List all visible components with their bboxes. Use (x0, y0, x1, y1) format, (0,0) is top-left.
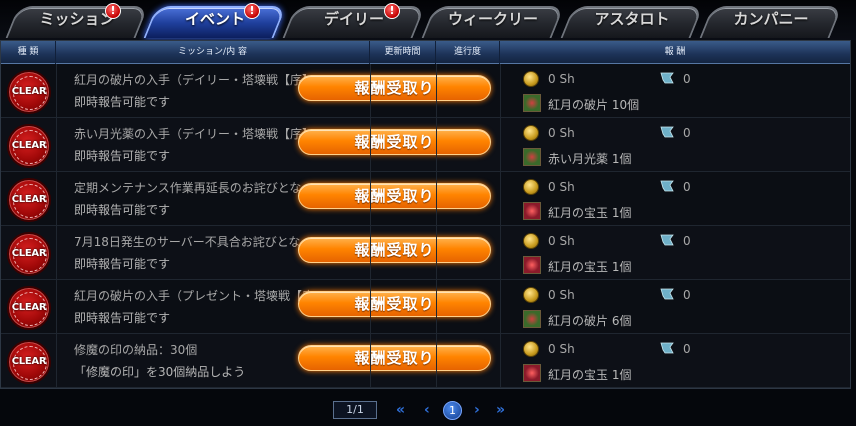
coin-icon (523, 71, 539, 87)
gem-reward: 0 (683, 342, 691, 356)
item-reward: 紅月の宝玉 1個 (548, 206, 632, 220)
clear-stamp-label: CLEAR (11, 356, 47, 367)
clear-stamp-icon: CLEAR (7, 70, 51, 114)
item-reward: 紅月の破片 6個 (548, 314, 632, 328)
clear-stamp-icon: CLEAR (7, 232, 51, 276)
claim-reward-button[interactable]: 報酬受取り (298, 129, 491, 155)
gem-reward: 0 (683, 234, 691, 248)
mission-status: 即時報告可能です (74, 203, 171, 217)
coin-reward: 0 Sh (548, 180, 575, 194)
tab-company[interactable] (699, 6, 843, 38)
gem-icon (660, 72, 674, 84)
table-row: CLEAR 定期メンテナンス作業再延長のお詫びとな... 即時報告可能です 0 … (1, 172, 850, 226)
last-page-icon[interactable]: » (496, 402, 505, 418)
tab-mission[interactable] (5, 6, 149, 38)
column-header-progress: 進行度 (436, 41, 500, 64)
item-reward: 赤い月光薬 1個 (548, 152, 632, 166)
table-header: 種 類 ミッション/内 容 更新時間 進行度 報 酬 (1, 41, 850, 64)
gem-icon (660, 288, 674, 300)
item-icon (523, 364, 541, 382)
mission-status: 即時報告可能です (74, 149, 171, 163)
mission-status: 即時報告可能です (74, 257, 171, 271)
tab-astaroth[interactable] (560, 6, 704, 38)
item-icon (523, 202, 541, 220)
claim-reward-button[interactable]: 報酬受取り (298, 291, 491, 317)
clear-stamp-icon: CLEAR (7, 340, 51, 384)
coin-icon (523, 341, 539, 357)
coin-reward: 0 Sh (548, 72, 575, 86)
item-icon (523, 94, 541, 112)
tab-weekly[interactable] (421, 6, 565, 38)
page-indicator: 1/1 (333, 401, 377, 419)
mission-tabs: ミッション ! イベント ! デイリー ! ウィークリー アスタロト カンパニー (0, 0, 856, 40)
gem-reward: 0 (683, 288, 691, 302)
table-row: CLEAR 紅月の破片の入手（デイリー・塔壊戦【序】... 即時報告可能です 0… (1, 64, 850, 118)
coin-icon (523, 287, 539, 303)
claim-reward-button[interactable]: 報酬受取り (298, 345, 491, 371)
column-header-reward: 報 酬 (664, 47, 686, 57)
gem-reward: 0 (683, 180, 691, 194)
table-row: CLEAR 赤い月光薬の入手（デイリー・塔壊戦【序】... 即時報告可能です 0… (1, 118, 850, 172)
table-body: CLEAR 紅月の破片の入手（デイリー・塔壊戦【序】... 即時報告可能です 0… (1, 64, 850, 388)
mission-table: 種 類 ミッション/内 容 更新時間 進行度 報 酬 CLEAR 紅月の破片の入… (0, 40, 851, 389)
column-divider (370, 64, 371, 388)
mission-status: 即時報告可能です (74, 311, 171, 325)
column-header-mission: ミッション/内 容 (56, 41, 370, 64)
tab-daily-alert-badge: ! (384, 3, 400, 19)
tab-daily[interactable] (282, 6, 426, 38)
claim-reward-button[interactable]: 報酬受取り (298, 183, 491, 209)
clear-stamp-icon: CLEAR (7, 286, 51, 330)
item-icon (523, 310, 541, 328)
clear-stamp-label: CLEAR (11, 302, 47, 313)
coin-icon (523, 125, 539, 141)
gem-icon (660, 126, 674, 138)
first-page-icon[interactable]: « (396, 402, 405, 418)
column-header-update-time: 更新時間 (370, 41, 436, 64)
prev-page-icon[interactable]: ‹ (424, 402, 430, 418)
mission-status: 即時報告可能です (74, 95, 171, 109)
item-icon (523, 256, 541, 274)
item-icon (523, 148, 541, 166)
page-number-button[interactable]: 1 (443, 401, 462, 420)
table-row: CLEAR 修魔の印の納品：30個 「修魔の印」を30個納品しよう 0 Sh 0… (1, 334, 850, 388)
coin-reward: 0 Sh (548, 342, 575, 356)
tab-event-alert-badge: ! (244, 3, 260, 19)
item-reward: 紅月の宝玉 1個 (548, 260, 632, 274)
claim-reward-button[interactable]: 報酬受取り (298, 75, 491, 101)
table-row: CLEAR 7月18日発生のサーバー不具合お詫びとな... 即時報告可能です 0… (1, 226, 850, 280)
tab-event[interactable] (143, 6, 287, 38)
clear-stamp-label: CLEAR (11, 86, 47, 97)
next-page-icon[interactable]: › (474, 402, 480, 418)
clear-stamp-label: CLEAR (11, 194, 47, 205)
coin-icon (523, 233, 539, 249)
coin-reward: 0 Sh (548, 288, 575, 302)
gem-icon (660, 180, 674, 192)
column-divider (500, 64, 501, 388)
column-divider (436, 64, 437, 388)
clear-stamp-label: CLEAR (11, 248, 47, 259)
table-row: CLEAR 紅月の破片の入手（プレゼント・塔壊戦【序... 即時報告可能です 0… (1, 280, 850, 334)
coin-icon (523, 179, 539, 195)
clear-stamp-icon: CLEAR (7, 178, 51, 222)
clear-stamp-label: CLEAR (11, 140, 47, 151)
gem-icon (660, 342, 674, 354)
coin-reward: 0 Sh (548, 234, 575, 248)
claim-reward-button[interactable]: 報酬受取り (298, 237, 491, 263)
gem-reward: 0 (683, 72, 691, 86)
coin-reward: 0 Sh (548, 126, 575, 140)
item-reward: 紅月の破片 10個 (548, 98, 640, 112)
gem-reward: 0 (683, 126, 691, 140)
column-divider (56, 64, 57, 388)
tab-mission-alert-badge: ! (105, 3, 121, 19)
column-header-type: 種 類 (1, 41, 56, 64)
gem-icon (660, 234, 674, 246)
clear-stamp-icon: CLEAR (7, 124, 51, 168)
mission-status: 「修魔の印」を30個納品しよう (74, 365, 246, 379)
item-reward: 紅月の宝玉 1個 (548, 368, 632, 382)
